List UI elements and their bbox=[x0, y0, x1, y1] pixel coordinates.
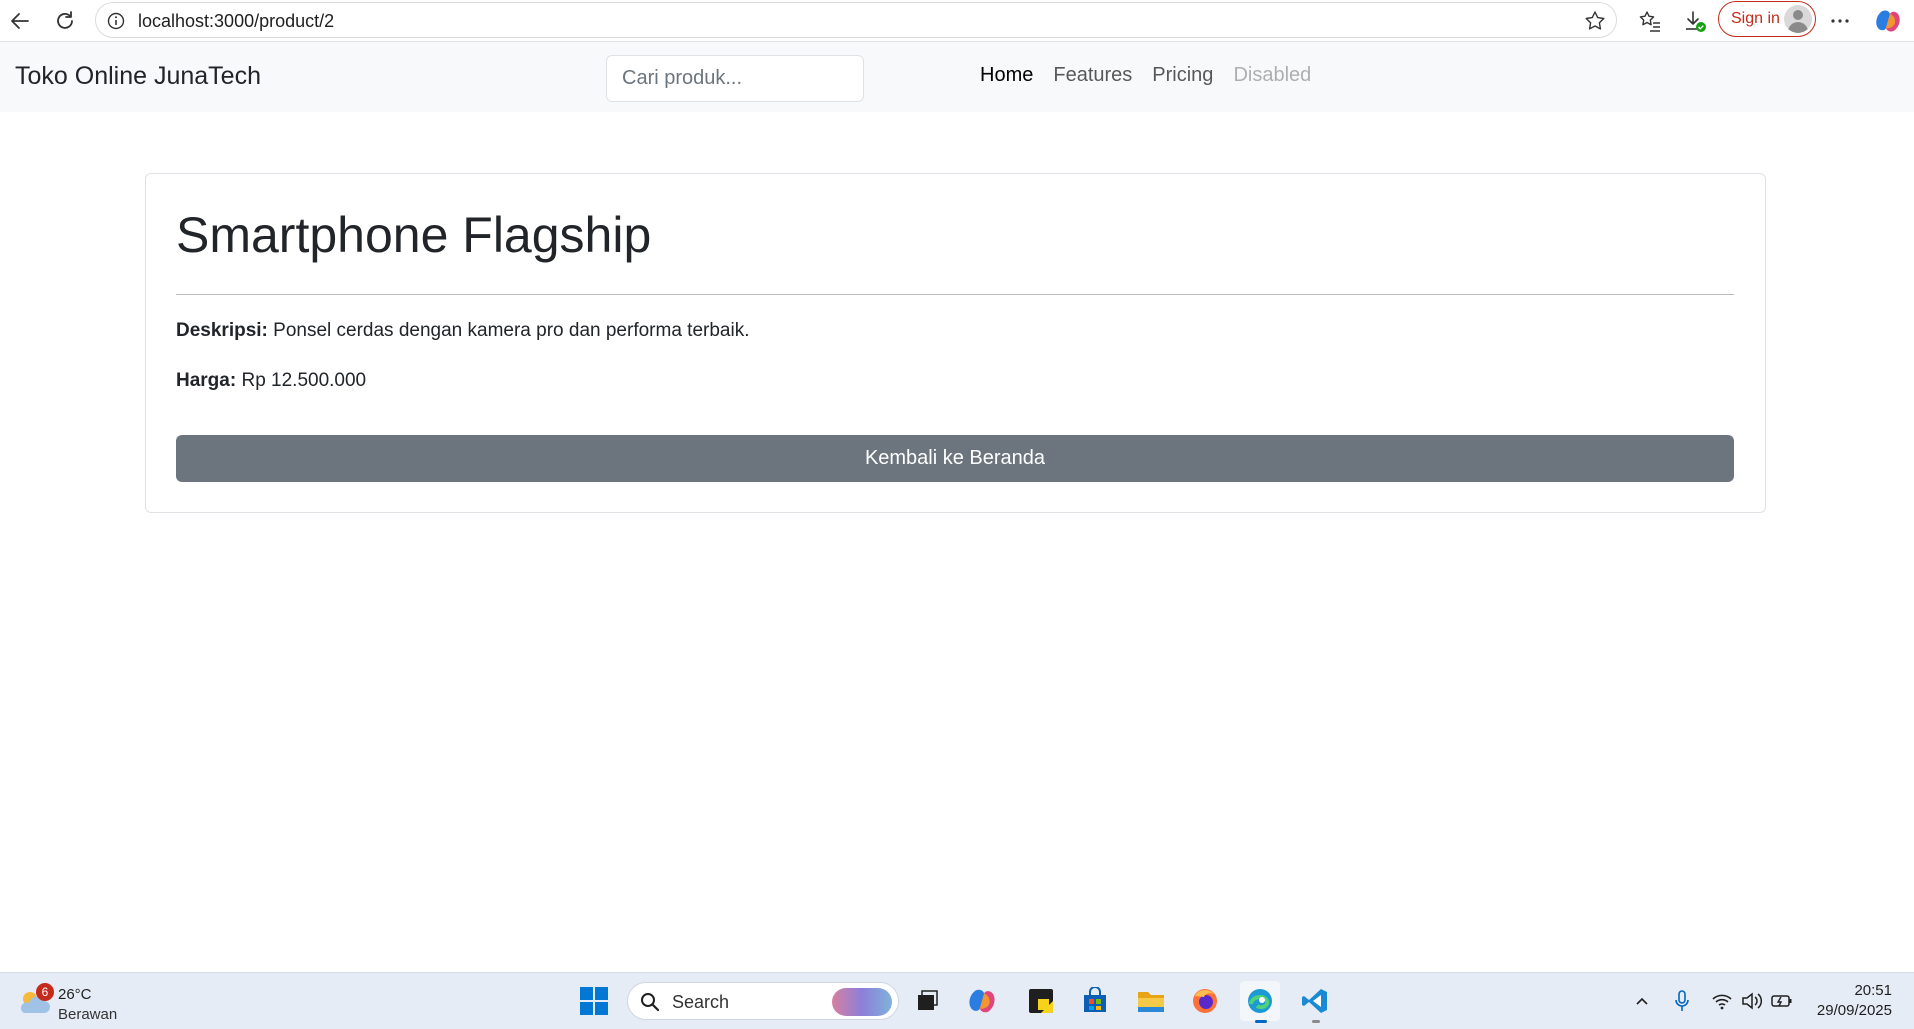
description-label: Deskripsi: bbox=[176, 320, 268, 341]
folder-icon bbox=[1138, 992, 1164, 1012]
nav-link-home[interactable]: Home bbox=[970, 64, 1043, 87]
firefox-button[interactable] bbox=[1185, 981, 1225, 1021]
product-title: Smartphone Flagship bbox=[176, 207, 652, 263]
nav-link-pricing[interactable]: Pricing bbox=[1142, 64, 1223, 87]
show-hidden-icons-button[interactable] bbox=[1630, 989, 1654, 1013]
vscode-icon bbox=[1302, 989, 1327, 1013]
favorites-button[interactable] bbox=[1634, 5, 1666, 37]
price-label: Harga: bbox=[176, 370, 237, 391]
product-search-input[interactable] bbox=[606, 55, 864, 102]
downloads-button[interactable] bbox=[1679, 5, 1711, 37]
download-icon bbox=[1686, 11, 1706, 32]
microphone-icon bbox=[1675, 990, 1689, 1011]
weather-widget[interactable]: 6 26°C Berawan bbox=[16, 979, 136, 1025]
battery-charging-icon bbox=[1771, 995, 1792, 1007]
divider bbox=[176, 294, 1734, 295]
weather-badge: 6 bbox=[36, 983, 54, 1001]
favorite-star-icon[interactable] bbox=[1582, 8, 1608, 34]
task-view-icon bbox=[918, 990, 938, 1010]
weather-temperature: 26°C bbox=[58, 986, 92, 1003]
vscode-button[interactable] bbox=[1295, 981, 1335, 1023]
nav-links: Home Features Pricing Disabled bbox=[970, 64, 1321, 87]
nav-link-disabled: Disabled bbox=[1233, 64, 1312, 86]
clock-date: 29/09/2025 bbox=[1816, 1002, 1892, 1019]
system-clock[interactable]: 20:51 29/09/2025 bbox=[1800, 981, 1892, 1021]
search-icon bbox=[641, 993, 660, 1012]
price-value: Rp 12.500.000 bbox=[241, 370, 367, 391]
open-app-indicator bbox=[1312, 1020, 1320, 1023]
arrow-left-icon bbox=[11, 13, 29, 29]
microphone-button[interactable] bbox=[1670, 989, 1694, 1013]
wifi-button[interactable] bbox=[1710, 989, 1734, 1013]
search-highlight-image bbox=[832, 988, 892, 1016]
browser-toolbar: localhost:3000/product/2 Sign in bbox=[0, 0, 1914, 42]
chevron-up-icon bbox=[1636, 997, 1648, 1005]
start-button[interactable] bbox=[574, 981, 614, 1021]
site-navbar: Toko Online JunaTech Home Features Prici… bbox=[0, 42, 1914, 112]
product-price: Harga: Rp 12.500.000 bbox=[176, 370, 366, 392]
url-text[interactable]: localhost:3000/product/2 bbox=[138, 11, 334, 32]
windows-logo-icon bbox=[580, 987, 608, 1015]
volume-icon bbox=[1742, 992, 1763, 1010]
sign-in-button[interactable]: Sign in bbox=[1718, 1, 1816, 37]
site-info-icon[interactable] bbox=[106, 11, 126, 31]
taskbar-search-label: Search bbox=[672, 992, 730, 1012]
clock-time: 20:51 bbox=[1854, 982, 1892, 999]
wifi-icon bbox=[1712, 994, 1732, 1010]
product-description: Deskripsi: Ponsel cerdas dengan kamera p… bbox=[176, 320, 749, 342]
firefox-icon bbox=[1193, 989, 1217, 1013]
volume-button[interactable] bbox=[1740, 989, 1764, 1013]
copilot-icon bbox=[969, 989, 995, 1013]
store-button[interactable] bbox=[1075, 981, 1115, 1021]
description-text: Ponsel cerdas dengan kamera pro dan perf… bbox=[273, 320, 750, 341]
settings-more-button[interactable] bbox=[1824, 5, 1856, 37]
battery-button[interactable] bbox=[1770, 989, 1794, 1013]
taskbar: 6 26°C Berawan Search 20:51 29/09/2025 bbox=[0, 972, 1914, 1029]
file-explorer-button[interactable] bbox=[1131, 981, 1171, 1021]
taskbar-search[interactable]: Search bbox=[627, 982, 899, 1020]
sticky-notes-button[interactable] bbox=[1021, 981, 1061, 1021]
copilot-button[interactable] bbox=[1872, 5, 1904, 37]
more-dots-icon bbox=[1831, 19, 1849, 23]
refresh-button[interactable] bbox=[49, 5, 81, 37]
product-card: Smartphone Flagship Deskripsi: Ponsel ce… bbox=[145, 173, 1766, 513]
avatar bbox=[1784, 5, 1812, 33]
address-bar[interactable]: localhost:3000/product/2 bbox=[95, 2, 1617, 38]
task-view-button[interactable] bbox=[907, 981, 947, 1021]
back-button[interactable] bbox=[4, 5, 36, 37]
microsoft-store-icon bbox=[1084, 987, 1106, 1012]
refresh-icon bbox=[57, 11, 73, 29]
weather-condition: Berawan bbox=[58, 1006, 118, 1023]
sticky-notes-icon bbox=[1029, 989, 1053, 1013]
edge-button[interactable] bbox=[1240, 981, 1280, 1023]
favorites-list-icon bbox=[1639, 11, 1660, 32]
copilot-taskbar-button[interactable] bbox=[962, 981, 1002, 1021]
edge-icon bbox=[1248, 989, 1272, 1013]
sign-in-label: Sign in bbox=[1731, 10, 1780, 27]
copilot-icon bbox=[1876, 10, 1900, 32]
back-to-home-button[interactable]: Kembali ke Beranda bbox=[176, 435, 1734, 482]
nav-link-features[interactable]: Features bbox=[1043, 64, 1142, 87]
active-app-indicator bbox=[1255, 1020, 1267, 1023]
site-brand[interactable]: Toko Online JunaTech bbox=[15, 62, 261, 91]
